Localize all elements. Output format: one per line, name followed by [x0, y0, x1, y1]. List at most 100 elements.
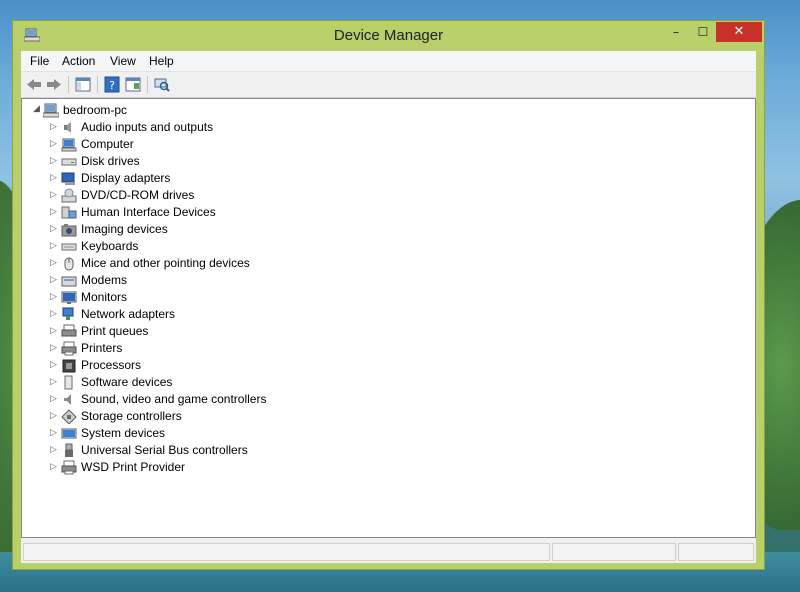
toolbar-separator — [97, 76, 98, 93]
monitor-icon — [61, 291, 77, 304]
status-bar — [21, 541, 756, 563]
tree-item-label: Print queues — [81, 324, 149, 338]
tree-item[interactable]: ▷ Sound, video and game controllers — [22, 391, 422, 408]
tree-item[interactable]: ▷ Keyboards — [22, 238, 422, 255]
status-pane-main — [23, 543, 550, 561]
tree-root-label: bedroom-pc — [63, 103, 128, 117]
tree-item-label: Mice and other pointing devices — [81, 256, 250, 270]
expand-arrow-icon[interactable]: ▷ — [50, 326, 58, 336]
usb-icon — [65, 443, 73, 457]
properties-icon[interactable] — [124, 76, 142, 93]
tree-item-label: Network adapters — [81, 307, 176, 321]
tree-item[interactable]: ▷ Human Interface Devices — [22, 204, 422, 221]
show-hide-console-tree-icon[interactable] — [74, 76, 92, 93]
printer-icon — [61, 341, 77, 356]
tree-item[interactable]: ▷ WSD Print Provider — [22, 459, 422, 476]
tree-item-label: Software devices — [81, 375, 173, 389]
tree-item-label: DVD/CD-ROM drives — [81, 188, 195, 202]
collapse-arrow-icon[interactable]: ◢ — [33, 104, 41, 114]
modem-icon — [61, 276, 77, 287]
expand-arrow-icon[interactable]: ▷ — [50, 360, 58, 370]
toolbar-separator — [68, 76, 69, 93]
tree-item-label: System devices — [81, 426, 166, 440]
expand-arrow-icon[interactable]: ▷ — [50, 377, 58, 387]
sound-icon — [64, 394, 71, 405]
tree-item-label: Disk drives — [81, 154, 140, 168]
tree-item[interactable]: ▷ Processors — [22, 357, 422, 374]
storage-controller-icon — [61, 409, 77, 424]
expand-arrow-icon[interactable]: ▷ — [50, 156, 58, 166]
expand-arrow-icon[interactable]: ▷ — [50, 309, 58, 319]
tree-item-label: Computer — [81, 137, 134, 151]
tree-item[interactable]: ▷ System devices — [22, 425, 422, 442]
window-title: Device Manager — [333, 27, 444, 44]
toolbar: ? — [21, 72, 756, 98]
tree-item[interactable]: ▷ Disk drives — [22, 153, 422, 170]
tree-item[interactable]: ▷ Imaging devices — [22, 221, 422, 238]
menu-view[interactable]: View — [110, 54, 136, 68]
network-adapter-icon — [62, 307, 74, 320]
scan-hardware-icon[interactable] — [153, 76, 171, 93]
expand-arrow-icon[interactable]: ▷ — [50, 207, 58, 217]
minimize-button[interactable]: – — [663, 22, 689, 42]
tree-item[interactable]: ▷ Modems — [22, 272, 422, 289]
expand-arrow-icon[interactable]: ▷ — [50, 394, 58, 404]
device-tree[interactable]: ◢ bedroom-pc ▷ Audio inputs and outputs ▷ C… — [21, 98, 756, 538]
speaker-icon — [64, 122, 71, 133]
computer-icon — [61, 138, 77, 152]
menu-action[interactable]: Action — [62, 54, 95, 68]
title-bar[interactable]: Device Manager – ☐ ✕ — [13, 21, 764, 51]
expand-arrow-icon[interactable]: ▷ — [50, 190, 58, 200]
tree-item[interactable]: ▷ Audio inputs and outputs — [22, 119, 422, 136]
svg-text:?: ? — [109, 79, 115, 92]
tree-item[interactable]: ▷ Mice and other pointing devices — [22, 255, 422, 272]
expand-arrow-icon[interactable]: ▷ — [50, 122, 58, 132]
menu-help[interactable]: Help — [149, 54, 174, 68]
tree-item-label: Modems — [81, 273, 128, 287]
toolbar-separator — [147, 76, 148, 93]
tree-root-bedroom-pc[interactable]: ◢ bedroom-pc — [22, 102, 322, 119]
tree-item[interactable]: ▷ Storage controllers — [22, 408, 422, 425]
tree-item[interactable]: ▷ Printers — [22, 340, 422, 357]
tree-item[interactable]: ▷ Monitors — [22, 289, 422, 306]
software-device-icon — [64, 375, 73, 390]
tree-item[interactable]: ▷ Universal Serial Bus controllers — [22, 442, 422, 459]
expand-arrow-icon[interactable]: ▷ — [50, 343, 58, 353]
expand-arrow-icon[interactable]: ▷ — [50, 411, 58, 421]
forward-icon[interactable] — [45, 76, 63, 93]
expand-arrow-icon[interactable]: ▷ — [50, 224, 58, 234]
expand-arrow-icon[interactable]: ▷ — [50, 241, 58, 251]
computer-icon — [43, 103, 59, 118]
device-manager-window: Device Manager – ☐ ✕ File Action View He… — [12, 20, 765, 570]
camera-icon — [61, 224, 77, 237]
window-content: File Action View Help ? ◢ bedroom-pc ▷ A… — [21, 51, 756, 563]
expand-arrow-icon[interactable]: ▷ — [50, 173, 58, 183]
maximize-button[interactable]: ☐ — [690, 22, 716, 42]
expand-arrow-icon[interactable]: ▷ — [50, 445, 58, 455]
mouse-icon — [64, 257, 74, 271]
status-pane-3 — [678, 543, 754, 561]
tree-item-label: Keyboards — [81, 239, 139, 253]
help-icon[interactable]: ? — [103, 76, 121, 93]
back-icon[interactable] — [25, 76, 43, 93]
close-button[interactable]: ✕ — [716, 22, 762, 42]
tree-item[interactable]: ▷ Print queues — [22, 323, 422, 340]
expand-arrow-icon[interactable]: ▷ — [50, 258, 58, 268]
tree-item[interactable]: ▷ Computer — [22, 136, 422, 153]
expand-arrow-icon[interactable]: ▷ — [50, 428, 58, 438]
tree-item-label: Processors — [81, 358, 142, 372]
tree-item-label: Universal Serial Bus controllers — [81, 443, 248, 457]
tree-item[interactable]: ▷ Software devices — [22, 374, 422, 391]
tree-item-label: Sound, video and game controllers — [81, 392, 267, 406]
tree-item-label: Printers — [81, 341, 123, 355]
expand-arrow-icon[interactable]: ▷ — [50, 139, 58, 149]
tree-item[interactable]: ▷ Display adapters — [22, 170, 422, 187]
tree-item-label: Imaging devices — [81, 222, 168, 236]
tree-item[interactable]: ▷ Network adapters — [22, 306, 422, 323]
expand-arrow-icon[interactable]: ▷ — [50, 275, 58, 285]
expand-arrow-icon[interactable]: ▷ — [50, 292, 58, 302]
tree-item[interactable]: ▷ DVD/CD-ROM drives — [22, 187, 422, 204]
menu-file[interactable]: File — [30, 54, 49, 68]
expand-arrow-icon[interactable]: ▷ — [50, 462, 58, 472]
tree-item-label: Monitors — [81, 290, 128, 304]
